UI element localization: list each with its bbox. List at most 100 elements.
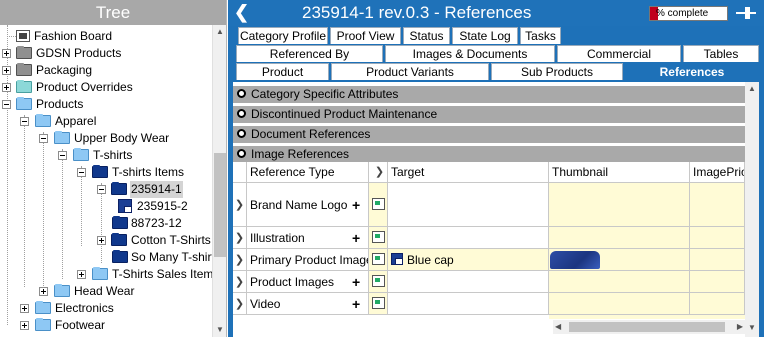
priority-cell[interactable]	[690, 249, 745, 271]
link-reference-icon[interactable]	[372, 253, 385, 265]
target-cell[interactable]	[388, 293, 549, 315]
link-reference-icon[interactable]	[372, 231, 385, 243]
collapse-icon[interactable]	[2, 100, 11, 109]
row-expand-icon[interactable]: ❯	[233, 271, 247, 293]
pin-icon[interactable]	[736, 5, 756, 21]
link-cell[interactable]	[369, 293, 388, 315]
tree-item-upper-body-wear[interactable]: Upper Body Wear	[0, 130, 212, 147]
target-cell[interactable]	[388, 183, 549, 227]
target-cell[interactable]	[388, 271, 549, 293]
table-horizontal-scrollbar[interactable]: ◀ ▶	[553, 320, 745, 334]
tab-referenced-by[interactable]: Referenced By	[236, 45, 383, 62]
scroll-down-icon[interactable]: ▼	[748, 321, 756, 335]
priority-cell[interactable]	[690, 227, 745, 249]
content-vertical-scrollbar[interactable]: ▲ ▼	[745, 82, 759, 337]
column-header-image-priority[interactable]: ImagePriori	[690, 162, 745, 183]
tree-item-cotton-t-shirts[interactable]: Cotton T-Shirts	[0, 232, 212, 249]
section-toggle-icon[interactable]	[237, 89, 246, 98]
tab-tasks[interactable]: Tasks	[520, 27, 561, 44]
link-reference-icon[interactable]	[372, 297, 385, 309]
section-category-specific-attributes[interactable]: Category Specific Attributes	[233, 86, 745, 103]
tab-state-log[interactable]: State Log	[452, 27, 518, 44]
tree-item-88723-12[interactable]: 88723-12	[0, 215, 212, 232]
table-row[interactable]: Brand Name Logo +	[247, 183, 369, 227]
link-cell[interactable]	[369, 271, 388, 293]
add-reference-icon[interactable]: +	[352, 183, 360, 226]
column-header-reference-type[interactable]: Reference Type	[247, 162, 369, 183]
collapse-icon[interactable]	[39, 134, 48, 143]
row-expand-icon[interactable]: ❯	[233, 249, 247, 271]
thumbnail-cell[interactable]	[549, 249, 690, 271]
tree-item-apparel[interactable]: Apparel	[0, 113, 212, 130]
tab-product[interactable]: Product	[236, 63, 329, 80]
expand-icon[interactable]	[39, 287, 48, 296]
tree-item-footwear[interactable]: Footwear	[0, 317, 212, 334]
back-chevron-icon[interactable]: ❮	[234, 2, 249, 22]
expand-icon[interactable]	[20, 321, 29, 330]
collapse-icon[interactable]	[20, 117, 29, 126]
tree-item-t-shirts-items[interactable]: T-shirts Items	[0, 164, 212, 181]
tab-tables[interactable]: Tables	[683, 45, 759, 62]
tab-status[interactable]: Status	[403, 27, 450, 44]
tree-item-235914-1[interactable]: 235914-1	[0, 181, 212, 198]
add-reference-icon[interactable]: +	[352, 271, 360, 292]
tab-images-documents[interactable]: Images & Documents	[385, 45, 555, 62]
tree-scrollbar-thumb[interactable]	[214, 153, 226, 257]
expand-icon[interactable]	[2, 49, 11, 58]
horizontal-scrollbar-thumb[interactable]	[569, 322, 725, 332]
tree-item-gdsn-products[interactable]: GDSN Products	[0, 45, 212, 62]
table-row[interactable]: Primary Product Image	[247, 249, 369, 271]
section-discontinued-product-maintenance[interactable]: Discontinued Product Maintenance	[233, 106, 745, 123]
tab-sub-products[interactable]: Sub Products	[491, 63, 623, 80]
table-row[interactable]: Product Images +	[247, 271, 369, 293]
tree-item-product-overrides[interactable]: Product Overrides	[0, 79, 212, 96]
expand-icon[interactable]	[2, 83, 11, 92]
section-toggle-icon[interactable]	[237, 149, 246, 158]
tree-item-235915-2[interactable]: 235915-2	[0, 198, 212, 215]
table-row[interactable]: Illustration +	[247, 227, 369, 249]
priority-cell[interactable]	[690, 183, 745, 227]
blue-cap-thumbnail[interactable]	[550, 251, 600, 269]
scroll-left-icon[interactable]: ◀	[555, 320, 561, 334]
scroll-up-icon[interactable]: ▲	[748, 82, 756, 96]
tree-scrollbar[interactable]: ▲ ▼	[212, 25, 226, 337]
tree-item-packaging[interactable]: Packaging	[0, 62, 212, 79]
column-header-thumbnail[interactable]: Thumbnail	[549, 162, 690, 183]
tree-item-t-shirts[interactable]: T-shirts	[0, 147, 212, 164]
tab-product-variants[interactable]: Product Variants	[331, 63, 489, 80]
collapse-icon[interactable]	[58, 151, 67, 160]
add-reference-icon[interactable]: +	[352, 227, 360, 248]
scroll-up-icon[interactable]: ▲	[213, 25, 227, 39]
target-cell[interactable]	[388, 227, 549, 249]
priority-cell[interactable]	[690, 271, 745, 293]
expand-icon[interactable]	[2, 66, 11, 75]
link-reference-icon[interactable]	[372, 275, 385, 287]
tab-category-profile[interactable]: Category Profile	[238, 27, 328, 44]
table-row[interactable]: Video +	[247, 293, 369, 315]
column-header-target[interactable]: Target	[388, 162, 549, 183]
tree-item-t-shirts-sales-items[interactable]: T-Shirts Sales Items	[0, 266, 212, 283]
tree-item-fashion-board[interactable]: Fashion Board	[0, 28, 212, 45]
tree-item-so-many-t-shirts[interactable]: So Many T-shirts	[0, 249, 212, 266]
expand-icon[interactable]	[20, 304, 29, 313]
collapse-icon[interactable]	[97, 185, 106, 194]
link-cell[interactable]	[369, 249, 388, 271]
section-toggle-icon[interactable]	[237, 109, 246, 118]
expand-icon[interactable]	[97, 236, 106, 245]
tree-item-electronics[interactable]: Electronics	[0, 300, 212, 317]
row-expand-icon[interactable]: ❯	[233, 183, 247, 227]
tab-proof-view[interactable]: Proof View	[330, 27, 401, 44]
section-image-references[interactable]: Image References	[233, 146, 745, 163]
row-expand-icon[interactable]: ❯	[233, 227, 247, 249]
scroll-down-icon[interactable]: ▼	[213, 323, 227, 337]
section-toggle-icon[interactable]	[237, 129, 246, 138]
scroll-right-icon[interactable]: ▶	[737, 320, 743, 334]
tree-item-head-wear[interactable]: Head Wear	[0, 283, 212, 300]
link-cell[interactable]	[369, 183, 388, 227]
target-value[interactable]: Blue cap	[407, 249, 454, 270]
add-reference-icon[interactable]: +	[352, 293, 360, 314]
tab-commercial[interactable]: Commercial	[557, 45, 681, 62]
link-reference-icon[interactable]	[372, 198, 385, 210]
priority-cell[interactable]	[690, 293, 745, 315]
section-document-references[interactable]: Document References	[233, 126, 745, 143]
